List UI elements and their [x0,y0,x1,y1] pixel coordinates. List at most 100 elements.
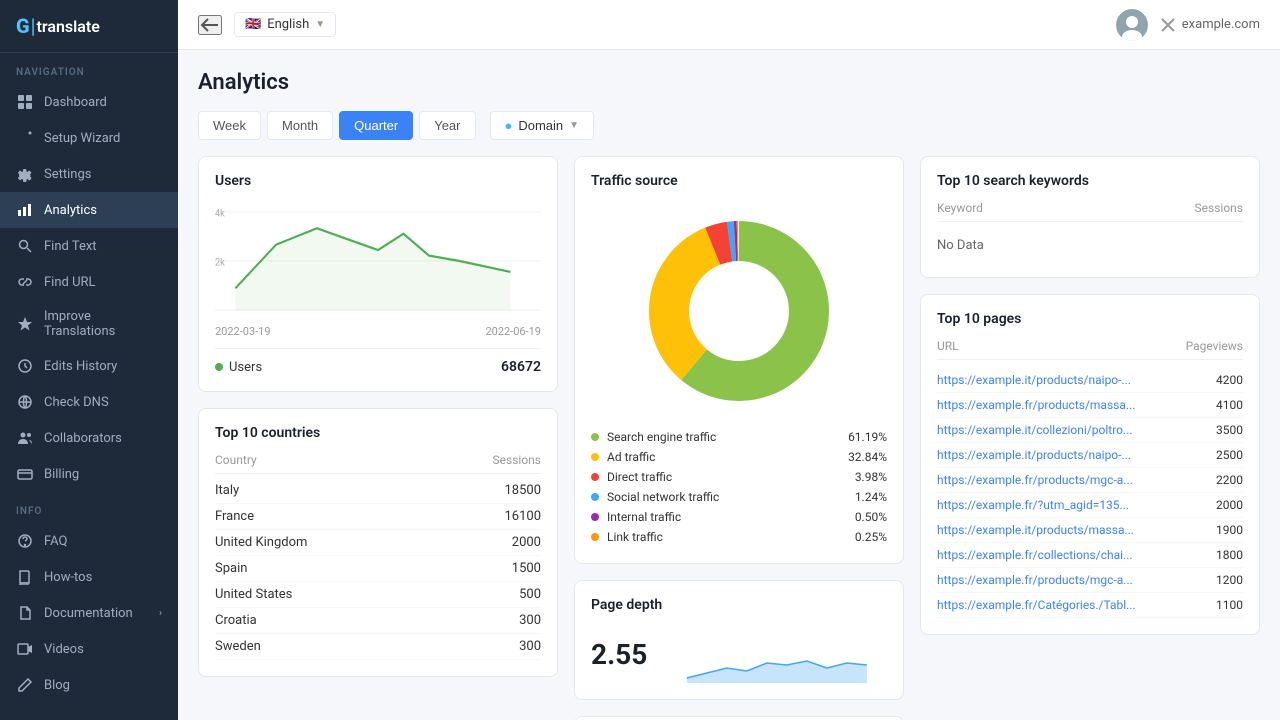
gear-icon [16,165,34,183]
pages-list: https://example.it/products/naipo-... 42… [937,368,1243,618]
page-url[interactable]: https://example.it/collezioni/poltro... [937,423,1132,437]
analytics-grid: Users 4k 2k [198,156,1260,720]
list-item: https://example.fr/Catégories./Tabl... 1… [937,593,1243,618]
main-area: 🇬🇧 English ▼ example.com Analytics Week … [178,0,1280,720]
pageviews-col-header: Pageviews [1186,339,1243,353]
legend-label-internal: Internal traffic [607,510,681,524]
donut-chart-svg [639,211,839,411]
domain-button[interactable]: ● Domain ▼ [490,111,595,140]
domain-label: example.com [1182,17,1260,32]
date-start: 2022-03-19 [215,325,271,338]
search-icon [16,237,34,255]
page-url[interactable]: https://example.fr/?utm_agid=135... [937,498,1129,512]
language-flag-icon: 🇬🇧 [245,17,261,32]
sidebar-item-dashboard[interactable]: Dashboard [0,84,178,120]
sidebar-item-find-text[interactable]: Find Text [0,228,178,264]
page-url[interactable]: https://example.it/products/naipo-... [937,448,1131,462]
language-selector[interactable]: 🇬🇧 English ▼ [234,12,336,37]
clock-icon [16,357,34,375]
sidebar-item-faq[interactable]: FAQ [0,523,178,559]
legend-dot-ad [591,453,599,461]
country-sessions: 2000 [512,535,541,550]
sidebar-item-billing-label: Billing [44,467,79,482]
sidebar-item-blog[interactable]: Blog [0,667,178,703]
page-url[interactable]: https://example.fr/products/massa... [937,398,1135,412]
list-item: https://example.fr/?utm_agid=135... 2000 [937,493,1243,518]
users-card: Users 4k 2k [198,156,558,392]
countries-table-header: Country Sessions [215,453,541,474]
legend-row-direct: Direct traffic 3.98% [591,467,887,487]
sidebar-item-settings-label: Settings [44,167,91,182]
page-url[interactable]: https://example.fr/products/mgc-a... [937,573,1133,587]
country-sessions: 16100 [504,509,541,524]
sidebar-item-how-tos[interactable]: How-tos [0,559,178,595]
chart-dates: 2022-03-19 2022-06-19 [215,325,541,338]
legend-left: Search engine traffic [591,430,716,444]
header-right: example.com [1116,9,1260,41]
sidebar-item-videos-label: Videos [44,642,84,657]
legend-label-search: Search engine traffic [607,430,716,444]
question-icon [16,532,34,550]
users-value: 68672 [501,359,541,375]
domain-info: example.com [1160,17,1260,33]
table-row: United States 500 [215,582,541,608]
chevron-down-icon: ▼ [315,19,325,30]
sidebar-item-analytics[interactable]: Analytics [0,192,178,228]
header: 🇬🇧 English ▼ example.com [178,0,1280,50]
sidebar-item-collaborators[interactable]: Collaborators [0,420,178,456]
sidebar-item-improve-translations[interactable]: Improve Translations [0,300,178,348]
sidebar-item-settings[interactable]: Settings [0,156,178,192]
country-sessions: 18500 [504,483,541,498]
sidebar-item-check-dns[interactable]: Check DNS [0,384,178,420]
tab-quarter[interactable]: Quarter [339,111,413,140]
avatar [1116,9,1148,41]
table-row: United Kingdom 2000 [215,530,541,556]
page-views: 2200 [1216,473,1243,487]
list-item: https://example.it/products/naipo-... 25… [937,443,1243,468]
countries-table-body: Italy 18500 France 16100 United Kingdom … [215,478,541,660]
page-url[interactable]: https://example.fr/collections/chai... [937,548,1133,562]
list-item: https://example.fr/collections/chai... 1… [937,543,1243,568]
donut-chart-wrap [591,201,887,421]
traffic-card-title: Traffic source [591,173,887,189]
page-url[interactable]: https://example.it/products/massa... [937,523,1134,537]
sidebar: G | translate NAVIGATION Dashboard Setup… [0,0,178,720]
list-item: https://example.it/products/naipo-... 42… [937,368,1243,393]
link-icon [16,273,34,291]
sidebar-item-find-url[interactable]: Find URL [0,264,178,300]
page-views: 4200 [1216,373,1243,387]
language-label: English [267,17,309,32]
page-url[interactable]: https://example.fr/products/mgc-a... [937,473,1133,487]
tab-month[interactable]: Month [267,111,333,140]
sidebar-item-analytics-label: Analytics [44,203,97,218]
sidebar-item-edits-history[interactable]: Edits History [0,348,178,384]
legend-dot-direct [591,473,599,481]
country-name: Italy [215,483,239,498]
page-views: 3500 [1216,423,1243,437]
logo-sep: | [31,14,36,38]
logo-g: G [16,14,30,38]
legend-dot-search [591,433,599,441]
back-button[interactable] [198,15,222,35]
page-url[interactable]: https://example.it/products/naipo-... [937,373,1131,387]
chart-icon [16,201,34,219]
sidebar-item-documentation-label: Documentation [44,606,133,621]
sidebar-item-setup-wizard[interactable]: Setup Wizard [0,120,178,156]
page-url[interactable]: https://example.fr/Catégories./Tabl... [937,598,1136,612]
list-item: https://example.it/collezioni/poltro... … [937,418,1243,443]
tab-week[interactable]: Week [198,111,261,140]
tab-year[interactable]: Year [419,111,475,140]
legend-left: Internal traffic [591,510,681,524]
sidebar-item-dashboard-label: Dashboard [44,95,107,110]
time-on-site-card: Time on site [574,716,904,720]
keyword-col-header: Keyword [937,201,983,215]
users-chart: 4k 2k [215,201,541,321]
globe-icon [16,393,34,411]
country-name: Spain [215,561,247,576]
sidebar-item-billing[interactable]: Billing [0,456,178,492]
domain-btn-icon: ● [505,118,513,133]
page-views: 1900 [1216,523,1243,537]
sidebar-item-documentation[interactable]: Documentation › [0,595,178,631]
sidebar-item-videos[interactable]: Videos [0,631,178,667]
date-end: 2022-06-19 [485,325,541,338]
